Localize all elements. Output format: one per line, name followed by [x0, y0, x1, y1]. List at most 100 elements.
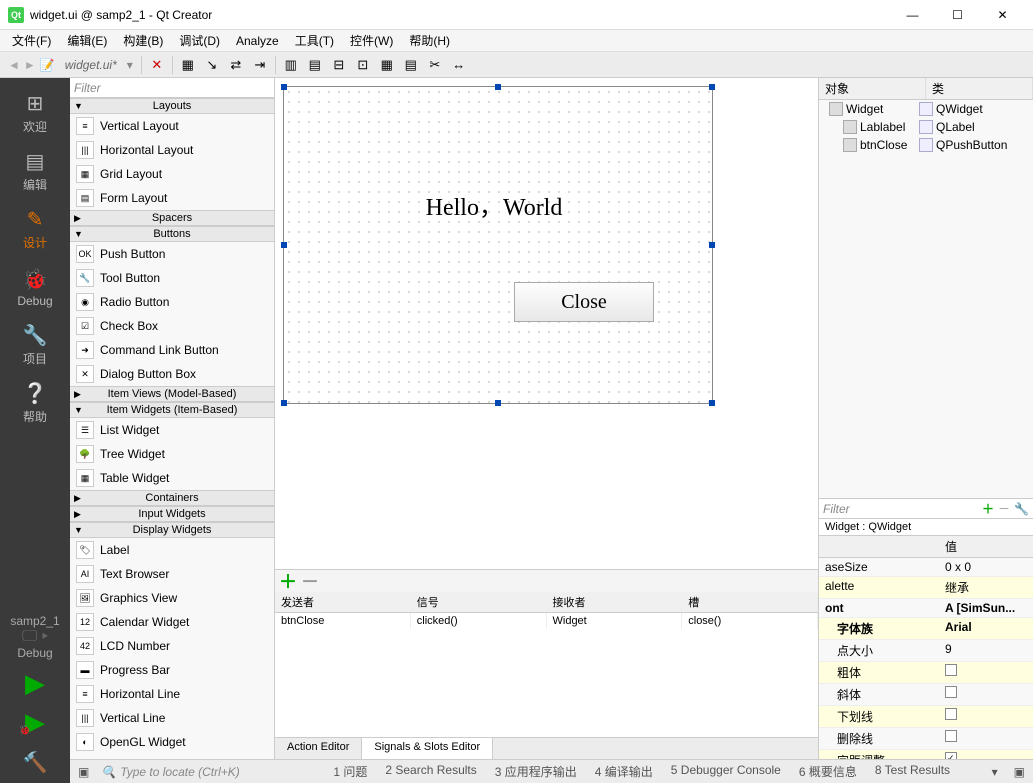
- checkbox[interactable]: [945, 752, 957, 759]
- object-row[interactable]: WidgetQWidget: [819, 100, 1033, 118]
- widget-group-header[interactable]: ▶Spacers: [70, 210, 274, 226]
- widget-group-header[interactable]: ▼Display Widgets: [70, 522, 274, 538]
- widget-item[interactable]: ☑Check Box: [70, 314, 274, 338]
- widget-item[interactable]: AIText Browser: [70, 562, 274, 586]
- property-row[interactable]: 字距调整: [819, 750, 1033, 759]
- close-button[interactable]: ✕: [980, 0, 1025, 30]
- property-row[interactable]: 粗体: [819, 662, 1033, 684]
- widget-item[interactable]: |||Horizontal Layout: [70, 138, 274, 162]
- property-row[interactable]: alette继承: [819, 577, 1033, 599]
- oi-col-object[interactable]: 对象: [819, 78, 926, 99]
- build-button[interactable]: 🔨: [23, 742, 48, 783]
- edit-widgets-icon[interactable]: ▦: [177, 54, 199, 76]
- close-file-icon[interactable]: ✕: [146, 54, 168, 76]
- checkbox[interactable]: [945, 686, 957, 698]
- tab-action-editor[interactable]: Action Editor: [275, 738, 362, 759]
- checkbox[interactable]: [945, 708, 957, 720]
- edit-buddies-icon[interactable]: ⇄: [225, 54, 247, 76]
- property-row[interactable]: 字体族Arial: [819, 618, 1033, 640]
- col-slot[interactable]: 槽: [682, 592, 818, 612]
- col-sender[interactable]: 发送者: [275, 592, 411, 612]
- widget-group-header[interactable]: ▶Containers: [70, 490, 274, 506]
- layout-grid-icon[interactable]: ▦: [376, 54, 398, 76]
- run-button[interactable]: ▶: [25, 664, 45, 703]
- widget-item[interactable]: ✕Dialog Button Box: [70, 362, 274, 386]
- resize-handle[interactable]: [281, 84, 287, 90]
- mode-design[interactable]: ✎设计: [0, 200, 70, 258]
- remove-property-icon[interactable]: －: [998, 500, 1010, 517]
- menu-help[interactable]: 帮助(H): [401, 30, 458, 51]
- object-row[interactable]: btnCloseQPushButton: [819, 136, 1033, 154]
- checkbox[interactable]: [945, 730, 957, 742]
- widgetbox-filter[interactable]: Filter: [70, 78, 274, 98]
- widget-item[interactable]: 🖼Graphics View: [70, 586, 274, 610]
- output-tests[interactable]: 8 Test Results: [871, 761, 954, 782]
- oi-col-class[interactable]: 类: [926, 78, 1033, 99]
- property-row[interactable]: 删除线: [819, 728, 1033, 750]
- layout-h-icon[interactable]: ▥: [280, 54, 302, 76]
- edit-taborder-icon[interactable]: ⇥: [249, 54, 271, 76]
- menu-tools[interactable]: 工具(T): [287, 30, 342, 51]
- resize-handle[interactable]: [281, 242, 287, 248]
- mode-help[interactable]: ❔帮助: [0, 374, 70, 432]
- remove-connection-icon[interactable]: －: [301, 568, 319, 594]
- widget-item[interactable]: ☰List Widget: [70, 418, 274, 442]
- widget-item[interactable]: ▦Grid Layout: [70, 162, 274, 186]
- settings-icon[interactable]: 🔧: [1014, 502, 1029, 516]
- menu-widgets[interactable]: 控件(W): [342, 30, 401, 51]
- menu-analyze[interactable]: Analyze: [228, 32, 287, 50]
- connection-row[interactable]: btnClose clicked() Widget close(): [275, 613, 818, 629]
- resize-handle[interactable]: [495, 84, 501, 90]
- col-receiver[interactable]: 接收者: [547, 592, 683, 612]
- widget-item[interactable]: OKPush Button: [70, 242, 274, 266]
- widget-item[interactable]: ≡Vertical Layout: [70, 114, 274, 138]
- widget-group-header[interactable]: ▼Buttons: [70, 226, 274, 242]
- object-row[interactable]: LablabelQLabel: [819, 118, 1033, 136]
- menu-debug[interactable]: 调试(D): [171, 30, 228, 51]
- output-app[interactable]: 3 应用程序输出: [491, 761, 581, 782]
- mode-projects[interactable]: 🔧项目: [0, 316, 70, 374]
- mode-edit[interactable]: ▤编辑: [0, 142, 70, 200]
- add-connection-icon[interactable]: ＋: [279, 568, 297, 594]
- col-signal[interactable]: 信号: [411, 592, 547, 612]
- resize-handle[interactable]: [709, 400, 715, 406]
- property-row[interactable]: 下划线: [819, 706, 1033, 728]
- layout-v-icon[interactable]: ▤: [304, 54, 326, 76]
- widget-group-header[interactable]: ▶Input Widgets: [70, 506, 274, 522]
- widget-item[interactable]: ◉Radio Button: [70, 290, 274, 314]
- widget-item[interactable]: ➜Command Link Button: [70, 338, 274, 362]
- checkbox[interactable]: [945, 664, 957, 676]
- widget-group-header[interactable]: ▼Item Widgets (Item-Based): [70, 402, 274, 418]
- output-issues[interactable]: 1 问题: [329, 761, 371, 782]
- break-layout-icon[interactable]: ✂: [424, 54, 446, 76]
- menu-edit[interactable]: 编辑(E): [59, 30, 115, 51]
- debug-run-button[interactable]: ▶🐞: [25, 703, 45, 742]
- menu-file[interactable]: 文件(F): [4, 30, 59, 51]
- resize-handle[interactable]: [495, 400, 501, 406]
- widget-item[interactable]: |||Vertical Line: [70, 706, 274, 730]
- toggle-left-pane-icon[interactable]: ▣: [74, 763, 93, 781]
- property-row[interactable]: 斜体: [819, 684, 1033, 706]
- resize-handle[interactable]: [281, 400, 287, 406]
- widget-item[interactable]: ≡Horizontal Line: [70, 682, 274, 706]
- kit-selector[interactable]: samp2_1 🖵 ▸ Debug: [6, 610, 63, 664]
- widget-item[interactable]: 🏷Label: [70, 538, 274, 562]
- layout-vs-icon[interactable]: ⊡: [352, 54, 374, 76]
- toggle-right-pane-icon[interactable]: ▣: [1010, 763, 1029, 781]
- add-property-icon[interactable]: ＋: [982, 500, 994, 517]
- minimize-button[interactable]: —: [890, 0, 935, 30]
- maximize-button[interactable]: ☐: [935, 0, 980, 30]
- widget-item[interactable]: 12Calendar Widget: [70, 610, 274, 634]
- property-row[interactable]: 点大小9: [819, 640, 1033, 662]
- widget-item[interactable]: 🌳Tree Widget: [70, 442, 274, 466]
- layout-hs-icon[interactable]: ⊟: [328, 54, 350, 76]
- output-search[interactable]: 2 Search Results: [381, 761, 480, 782]
- close-output-icon[interactable]: ▾: [988, 763, 1002, 781]
- mode-debug[interactable]: 🐞Debug: [0, 258, 70, 316]
- property-row[interactable]: ontA [SimSun...: [819, 599, 1033, 618]
- widget-item[interactable]: ▦Table Widget: [70, 466, 274, 490]
- file-selector[interactable]: ◄ ► 📝 widget.ui* ▾: [4, 58, 137, 72]
- widget-item[interactable]: ▤Form Layout: [70, 186, 274, 210]
- widget-group-header[interactable]: ▶Item Views (Model-Based): [70, 386, 274, 402]
- output-compile[interactable]: 4 编译输出: [591, 761, 657, 782]
